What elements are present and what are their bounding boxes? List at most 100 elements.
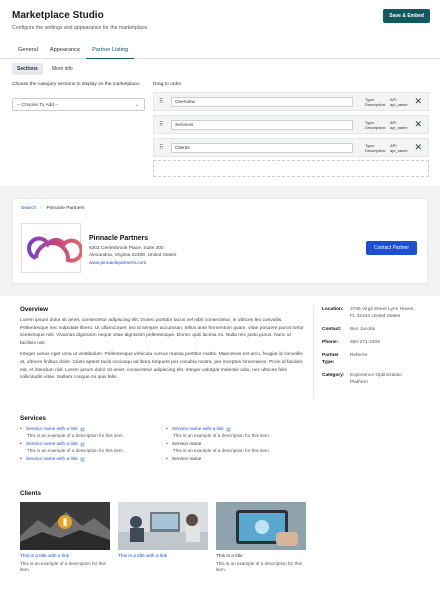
section-name-input[interactable]: Services [171,120,353,130]
client-title: This is a title [216,554,243,559]
description-value: api_name [390,125,408,130]
overview-section: Overview Lorem ipsum dolor sit amet, con… [20,306,304,382]
breadcrumb-search-link[interactable]: Search [21,206,36,211]
contact-partner-button[interactable]: Contact Partner [365,241,417,255]
section-meta-labels: Type: Description: [365,97,386,107]
service-link[interactable]: Service name with a link [26,457,78,462]
detail-value: Referrer [350,353,368,358]
external-link-icon [80,457,84,462]
detail-phone: Phone: 850-271-2409 [322,339,428,346]
detail-key: Category: [322,373,345,378]
subtab-sections[interactable]: Sections [12,63,43,75]
bullet: • [166,427,168,432]
partner-website-link[interactable]: www.pinnaclepartners.com [89,261,146,266]
external-link-icon [226,427,230,432]
partner-details: Location: 3706 Virgil Street Lynn Haven,… [313,306,428,398]
subtabs: Sections More info [12,63,78,75]
section-meta-labels: Type: Description: [365,120,386,130]
description-value: api_name [390,148,408,153]
service-description: This is an example of a description for … [27,433,125,438]
service-description: This is an example of a description for … [173,448,271,453]
drag-handle-icon[interactable]: ⠿ [159,121,164,128]
bullet: • [20,427,22,432]
service-item: • Service name This is an example of a d… [166,442,312,453]
description-label: Description: [365,148,387,153]
section-name-input[interactable]: Overview [171,97,353,107]
drag-order-label: Drag to order [153,82,182,87]
partner-address-line2: Alexandria, Virginia 22308, United State… [89,253,177,258]
page-header: Marketplace Studio Configure the setting… [0,0,440,42]
services-grid: • Service name with a link This is an ex… [20,427,420,466]
choose-sections-label: Choose the category sections to display … [12,82,141,87]
section-row[interactable]: ⠿ Clients Type: Description: API api_nam… [153,138,429,157]
client-photo-office [118,502,208,550]
breadcrumb-current: Pinnacle Partners [46,206,85,211]
detail-value: 850-271-2409 [350,340,380,345]
service-link[interactable]: Service name with a link [26,427,78,432]
bullet: • [20,457,22,462]
clients-grid: This is a title with a link This is an e… [20,502,420,573]
page-subtitle: Configure the settings and appearance fo… [12,25,149,31]
detail-category: Category: Experience Optimization Platfo… [322,372,428,386]
service-description: This is an example of a description for … [173,433,271,438]
page-title: Marketplace Studio [12,10,104,21]
choose-section-select[interactable]: -- Choose To Add -- ⌄ [12,98,145,111]
service-link[interactable]: Service name with a link [26,442,78,447]
close-icon[interactable]: ✕ [414,119,422,129]
service-item: • Service name [166,457,312,462]
save-embed-button[interactable]: Save & Embed [383,9,430,23]
description-label: Description: [365,102,387,107]
service-link[interactable]: Service name with a link [172,427,224,432]
detail-key: Partner Type: [322,353,339,365]
services-section: Services • Service name with a link This… [20,415,420,466]
tab-general[interactable]: General [12,42,44,59]
client-title-link[interactable]: This is a title with a link [20,554,110,559]
close-icon[interactable]: ✕ [414,142,422,152]
client-title-link[interactable]: This is a title with a link [118,554,208,559]
detail-partner-type: Partner Type: Referrer [322,352,428,366]
tab-partner-listing[interactable]: Partner Listing [86,42,135,59]
client-card: This is a title with a link [118,502,208,573]
description-value: api_name [390,102,408,107]
external-link-icon [80,427,84,432]
client-description: This is an example of a description for … [20,561,106,572]
client-image[interactable] [20,502,110,550]
services-title: Services [20,415,46,422]
breadcrumb: Search › Pinnacle Partners [21,206,84,211]
clients-title: Clients [20,490,41,497]
drag-handle-icon[interactable]: ⠿ [159,98,164,105]
choose-section-placeholder: -- Choose To Add -- [17,103,59,108]
detail-value: Ben Jacobs [350,327,376,332]
section-row[interactable]: ⠿ Overview Type: Description: API api_na… [153,92,429,111]
drag-handle-icon[interactable]: ⠿ [159,144,164,151]
service-item: • Service name with a link This is an ex… [166,427,312,438]
client-image[interactable] [118,502,208,550]
detail-key: Location: [322,307,344,312]
service-item: • Service name with a link This is an ex… [20,442,166,453]
service-name-row: • Service name with a link [20,427,166,432]
section-name-input[interactable]: Clients [171,143,353,153]
tab-appearance[interactable]: Appearance [44,42,86,59]
section-row[interactable]: ⠿ Services Type: Description: API api_na… [153,115,429,134]
section-meta-values: API api_name [390,143,408,153]
client-image [216,502,306,550]
clients-section: Clients This is a title with a link This… [20,490,420,573]
partner-logo [21,223,84,273]
overview-paragraph-2: Integer varius eget urna ut vestibulum. … [20,352,303,381]
description-label: Description: [365,125,387,130]
service-name-row: • Service name with a link [20,457,166,462]
close-icon[interactable]: ✕ [414,96,422,106]
partner-logo-image [27,236,84,263]
client-photo-mountain [20,502,110,550]
service-name-row: • Service name with a link [166,427,312,432]
subtab-more-info[interactable]: More info [47,63,78,75]
partner-header-card: Search › Pinnacle Partners Pinnacle Part… [12,198,428,284]
bullet: • [166,442,168,447]
client-description: This is an example of a description for … [216,561,302,572]
detail-location: Location: 3706 Virgil Street Lynn Haven,… [322,306,428,320]
service-description: This is an example of a description for … [27,448,125,453]
partner-address: 6302 Centerbrook Place, Suite 300 Alexan… [89,245,176,259]
partner-address-line1: 6302 Centerbrook Place, Suite 300 [89,246,164,251]
drop-zone[interactable] [153,160,429,177]
client-card: This is a title This is an example of a … [216,502,306,573]
